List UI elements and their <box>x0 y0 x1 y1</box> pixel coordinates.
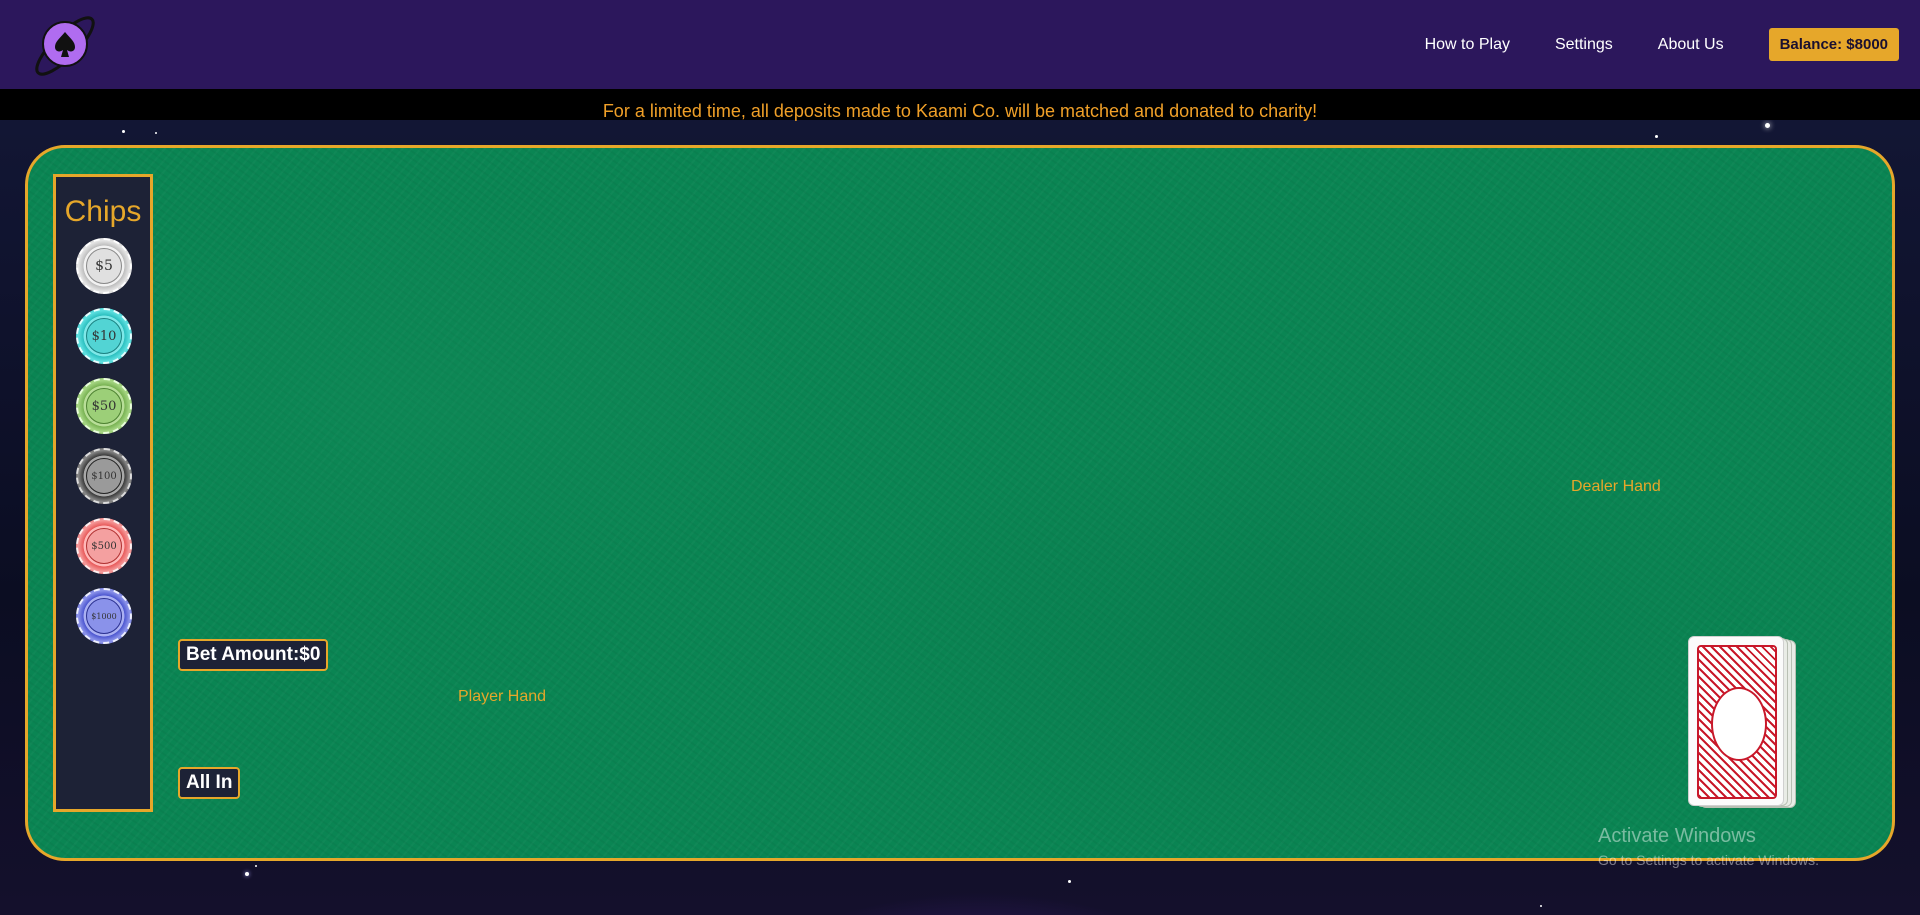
chips-panel: Chips $5 $10 $50 $100 $500 $1000 <box>53 174 153 812</box>
announcement-text: For a limited time, all deposits made to… <box>602 101 1318 121</box>
main-nav: How to Play Settings About Us Balance: $… <box>1425 0 1900 89</box>
nav-settings[interactable]: Settings <box>1555 36 1613 54</box>
chip-1000[interactable]: $1000 <box>76 588 132 644</box>
planet-spade-logo-icon[interactable] <box>30 8 100 80</box>
nav-how-to-play[interactable]: How to Play <box>1425 36 1510 54</box>
watermark-title: Activate Windows <box>1598 825 1756 847</box>
card-deck[interactable] <box>1688 636 1798 810</box>
chip-500[interactable]: $500 <box>76 518 132 574</box>
chip-10[interactable]: $10 <box>76 308 132 364</box>
chips-title: Chips <box>64 195 142 228</box>
top-navbar: How to Play Settings About Us Balance: $… <box>0 0 1920 89</box>
chip-500-label: $500 <box>91 540 117 552</box>
balance-button[interactable]: Balance: $8000 <box>1768 28 1899 61</box>
card-back-pattern <box>1697 645 1777 799</box>
chip-50-label: $50 <box>91 398 117 414</box>
windows-activation-watermark: Activate Windows Go to Settings to activ… <box>1598 825 1819 868</box>
chip-100-label: $100 <box>91 470 117 482</box>
nav-about-us[interactable]: About Us <box>1658 36 1724 54</box>
all-in-button[interactable]: All In <box>178 767 241 799</box>
deck-top-card <box>1688 636 1784 806</box>
player-hand-label: Player Hand <box>458 688 547 705</box>
chip-50[interactable]: $50 <box>76 378 132 434</box>
blackjack-table <box>25 145 1895 861</box>
chip-5[interactable]: $5 <box>76 238 132 294</box>
bet-amount-display: Bet Amount:$0 <box>178 639 329 671</box>
chip-5-label: $5 <box>95 258 113 274</box>
chip-100[interactable]: $100 <box>76 448 132 504</box>
chip-10-label: $10 <box>91 328 117 344</box>
watermark-subtitle: Go to Settings to activate Windows. <box>1598 852 1819 868</box>
announcement-bar: For a limited time, all deposits made to… <box>0 89 1920 121</box>
dealer-hand-label: Dealer Hand <box>1571 478 1661 495</box>
chip-1000-label: $1000 <box>91 611 117 621</box>
